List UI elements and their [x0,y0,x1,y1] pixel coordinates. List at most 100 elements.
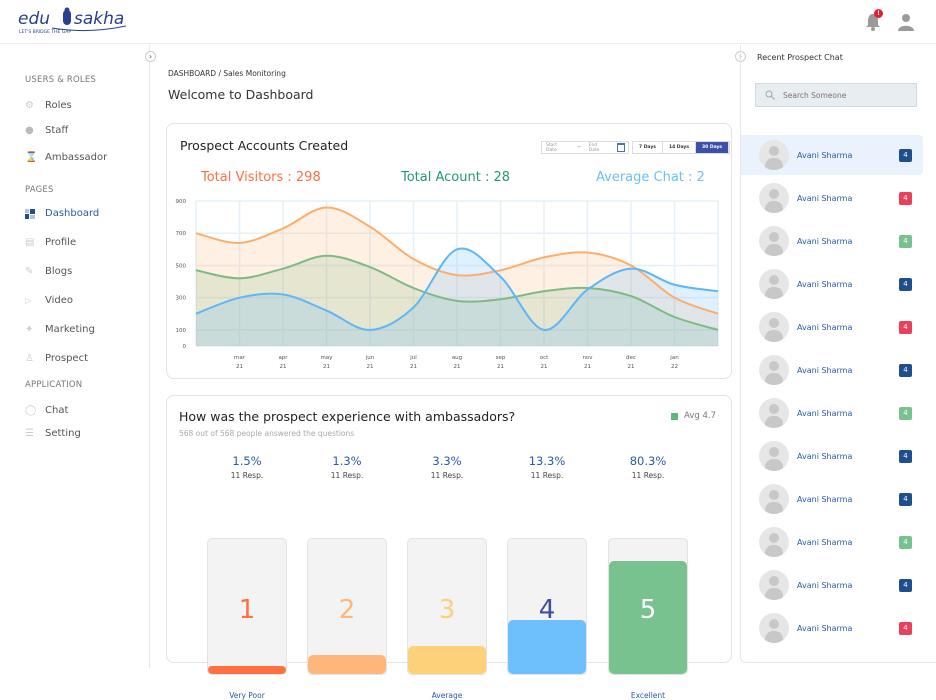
y-tick-label: 500 [176,263,187,269]
rating-percent: 13.3% [528,454,566,468]
sidebar-item-dashboard[interactable]: Dashboard [25,208,99,219]
rating-stat: 1.5% 11 Resp. [207,454,287,480]
sidebar-item-ambassador[interactable]: ⌛ Ambassador [25,152,107,163]
section-title: USERS & ROLES [25,75,97,85]
rating-bar-2[interactable]: 2 [307,538,387,675]
recent-chat-panel: Recent Prospect Chat Avani Sharma 4 Avani … [740,45,936,663]
breadcrumb: DASHBOARD / Sales Monitoring [168,69,286,78]
chat-icon: ◯ [25,404,37,416]
average-chat-stat: Average Chat : 2 [596,170,705,185]
sidebar-item-blogs[interactable]: ✎ Blogs [25,266,72,277]
x-tick-label: 21 [541,364,548,370]
search-box[interactable] [755,83,917,107]
chat-list-item[interactable]: Avani Sharma 4 [741,307,923,347]
start-date-input[interactable]: Start Date [546,143,569,153]
roles-icon: ⚙ [25,99,34,111]
chat-list-item[interactable]: Avani Sharma 4 [741,522,923,562]
avatar [759,613,789,643]
rating-label: Very Poor [229,691,265,700]
search-input[interactable] [783,90,903,100]
sidebar-item-chat[interactable]: ◯ Chat [25,405,68,416]
sidebar-item-label: Prospect [45,353,88,364]
contact-name: Avani Sharma [797,322,853,332]
range-30-days-button[interactable]: 30 Days [696,142,730,153]
unread-count-badge: 4 [899,148,912,162]
sidebar-item-profile[interactable]: ▤ Profile [25,237,76,248]
rating-bar-4[interactable]: 4 [507,538,587,675]
sidebar-item-label: Dashboard [45,208,100,219]
rating-responses: 11 Resp. [430,471,464,480]
chat-list-item[interactable]: Avani Sharma 4 [741,350,923,390]
sidebar-item-label: Video [45,295,74,306]
card-subtitle: 568 out of 568 people answered the quest… [179,429,355,438]
unread-count-badge: 4 [899,492,912,506]
average-rating-label: Avg 4.7 [684,411,716,421]
profile-icon: ▤ [25,236,35,248]
x-tick-label: 22 [671,364,678,370]
sidebar-item-marketing[interactable]: ✦ Marketing [25,324,95,335]
x-tick-label: 21 [323,364,330,370]
rating-percent: 1.5% [232,454,262,468]
calendar-icon[interactable] [617,143,625,152]
x-tick-label: jun [365,355,375,361]
avatar [759,441,789,471]
unread-count-badge: 4 [899,191,912,205]
pencil-icon: ✎ [25,265,34,277]
chat-list-item[interactable]: Avani Sharma 4 [741,436,923,476]
user-avatar-icon[interactable] [898,13,914,31]
sidebar-item-setting[interactable]: ☰ Setting [25,428,81,439]
megaphone-icon: ✦ [25,323,34,335]
sidebar-item-staff[interactable]: ● Staff [25,125,68,136]
contact-name: Avani Sharma [797,236,853,246]
chat-list-item[interactable]: Avani Sharma 4 [741,135,923,175]
staff-icon: ● [25,124,34,136]
avatar [759,570,789,600]
x-tick-label: 21 [454,364,461,370]
unread-count-badge: 4 [899,234,912,248]
unread-count-badge: 4 [899,320,912,334]
chat-list-item[interactable]: Avani Sharma 4 [741,178,923,218]
rating-percent: 3.3% [432,454,462,468]
rating-percent: 80.3% [629,454,667,468]
rating-bar-1[interactable]: 1 [207,538,287,675]
main-content: DASHBOARD / Sales Monitoring Welcome to … [151,45,739,700]
unread-count-badge: 4 [899,578,912,592]
date-range-picker[interactable]: Start Date → End Date [541,141,629,154]
page-title: Welcome to Dashboard [168,87,314,102]
rating-bar-5[interactable]: 5 [608,538,688,675]
chat-list-item[interactable]: Avani Sharma 4 [741,565,923,605]
contact-name: Avani Sharma [797,408,853,418]
x-tick-label: 21 [280,364,287,370]
contact-name: Avani Sharma [797,193,853,203]
rating-bar-3[interactable]: 3 [407,538,487,675]
video-icon: ▷ [25,295,32,305]
sidebar-item-video[interactable]: ▷ Video [25,295,73,306]
sidebar-item-label: Profile [45,237,77,248]
range-14-days-button[interactable]: 14 Days [663,142,697,153]
chat-list-item[interactable]: Avani Sharma 4 [741,221,923,261]
card-title: How was the prospect experience with amb… [179,409,516,424]
range-7-days-button[interactable]: 7 Days [633,142,663,153]
avatar [759,312,789,342]
top-bar: edu sakha LET'S BRIDGE THE GAP ! [0,0,936,44]
chat-list-item[interactable]: Avani Sharma 4 [741,264,923,304]
unread-count-badge: 4 [899,363,912,377]
x-tick-label: 21 [628,364,635,370]
avatar [759,484,789,514]
rating-responses: 11 Resp. [330,471,364,480]
x-tick-label: may [321,355,334,361]
panel-title: Recent Prospect Chat [757,53,843,62]
sidebar-item-label: Setting [45,428,81,439]
end-date-input[interactable]: End Date [589,143,609,153]
rating-fill [408,645,486,674]
sidebar-item-prospect[interactable]: ♙ Prospect [25,353,88,364]
sidebar-item-roles[interactable]: ⚙ Roles [25,100,72,111]
chat-list-item[interactable]: Avani Sharma 4 [741,393,923,433]
chat-list-item[interactable]: Avani Sharma 4 [741,479,923,519]
logo[interactable]: edu sakha LET'S BRIDGE THE GAP [18,6,128,36]
settings-sliders-icon: ☰ [25,427,34,439]
rating-stat: 3.3% 11 Resp. [407,454,487,480]
sidebar-item-label: Ambassador [45,152,108,163]
arrow-icon: → [576,145,581,150]
chat-list-item[interactable]: Avani Sharma 4 [741,608,923,648]
